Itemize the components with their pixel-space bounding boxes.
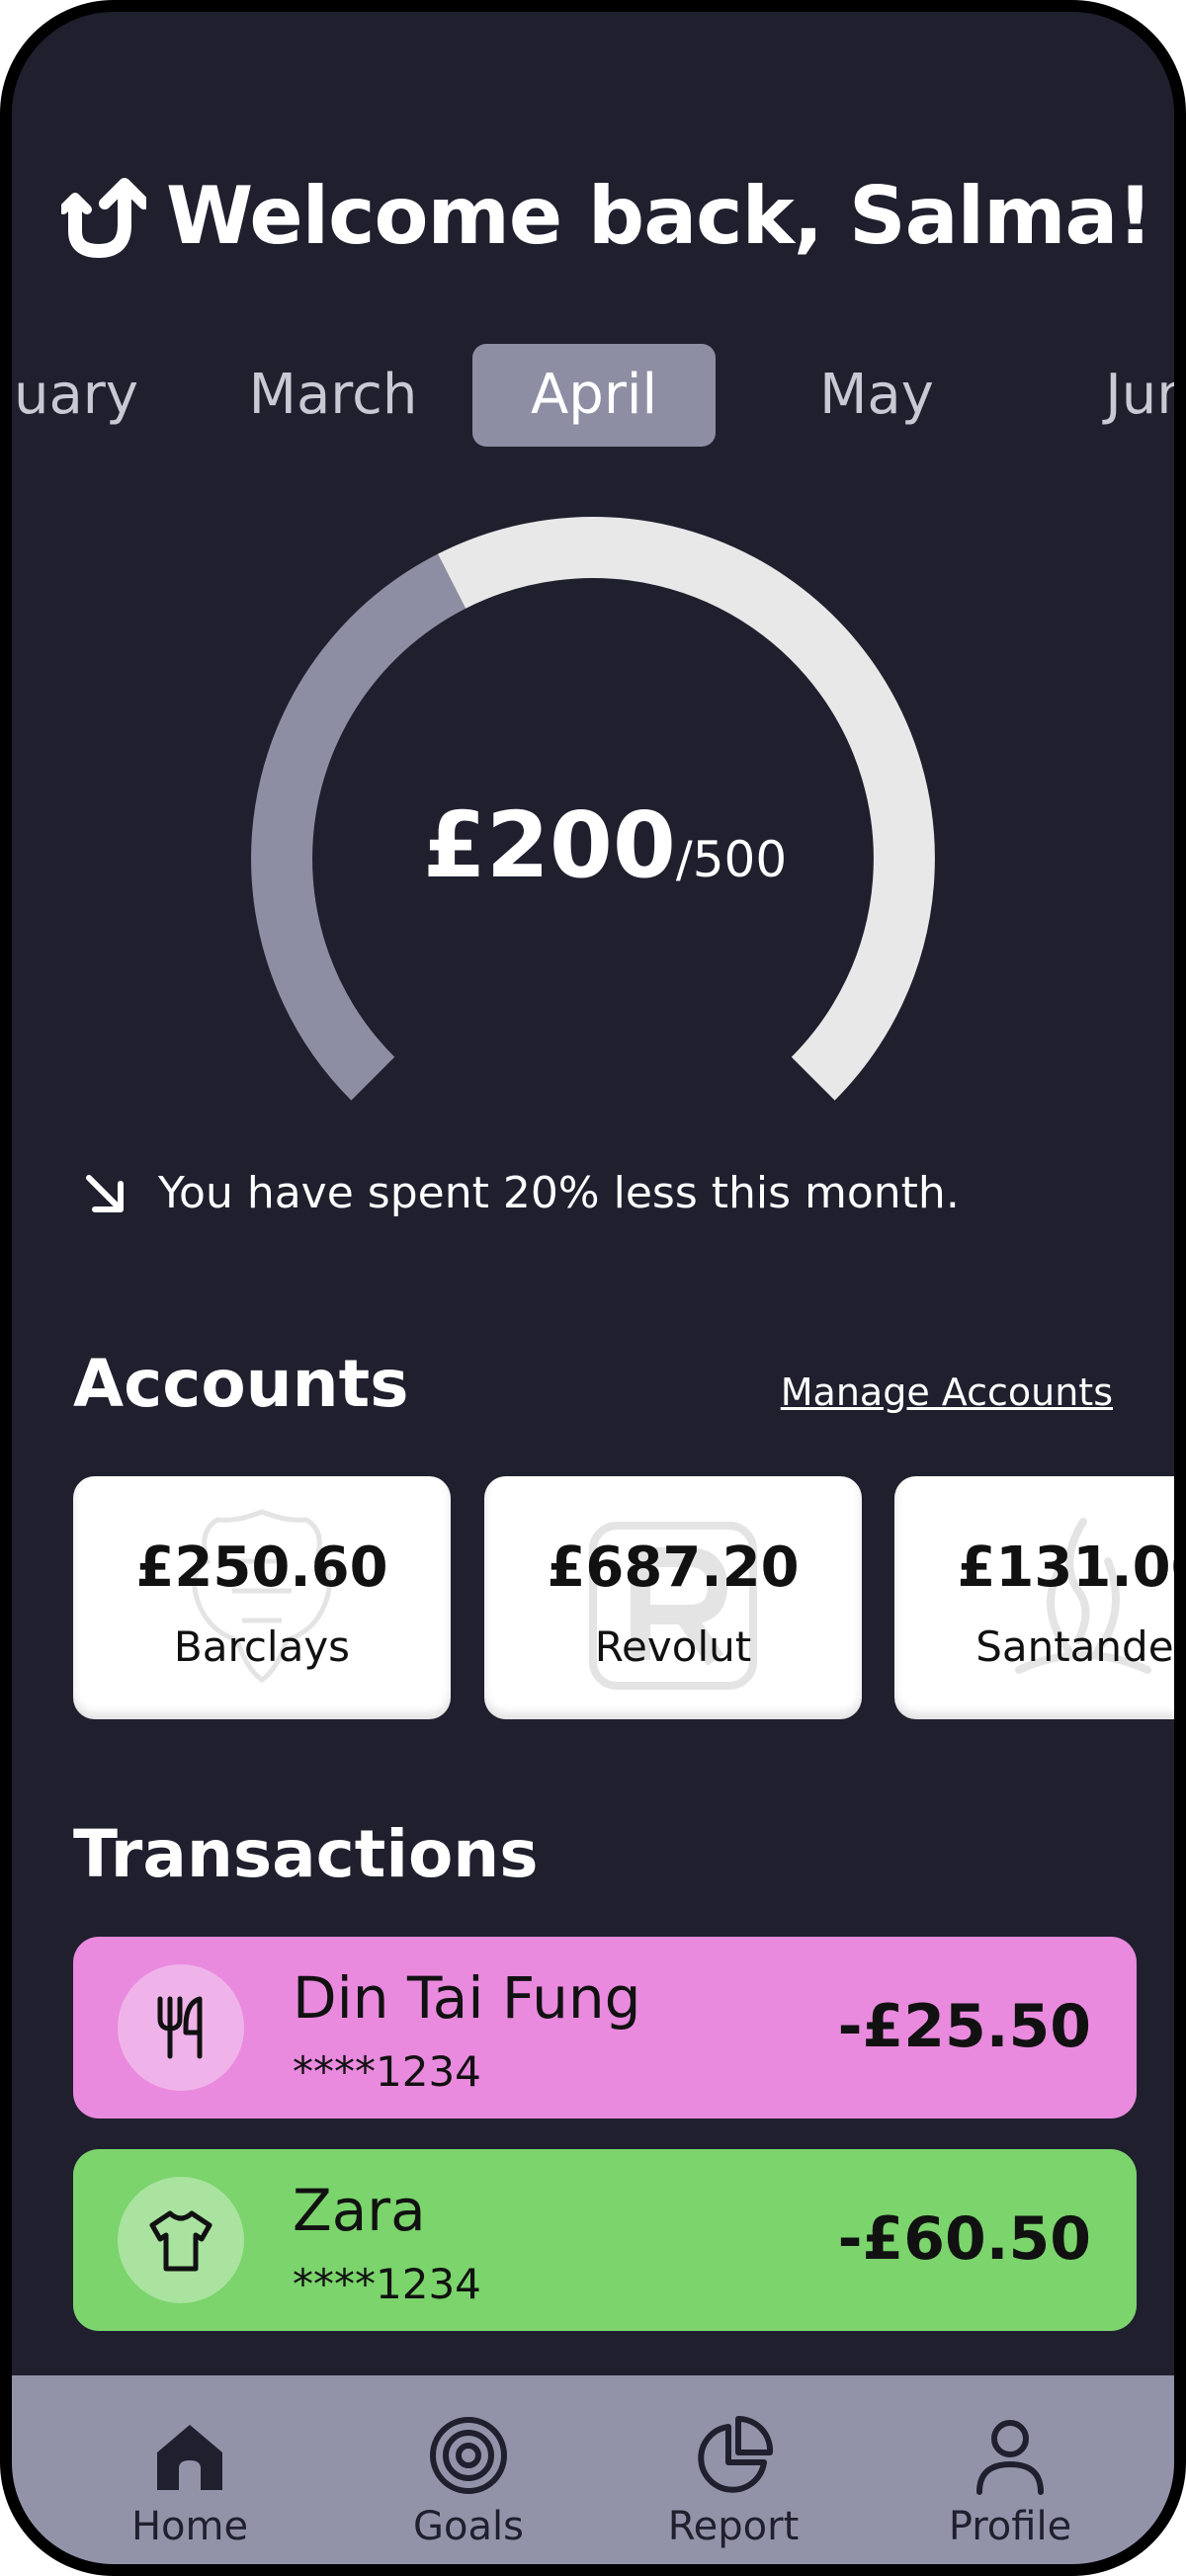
nav-report-label: Report xyxy=(667,2504,800,2549)
manage-accounts-link[interactable]: Manage Accounts xyxy=(781,1371,1113,1414)
transactions-heading: Transactions xyxy=(73,1816,539,1892)
account-card-barclays[interactable]: £250.60 Barclays xyxy=(73,1476,451,1719)
transaction-row[interactable]: Zara ****1234 -£60.50 xyxy=(73,2149,1137,2331)
budget-amount: £200/500 xyxy=(12,792,1174,898)
account-name: Santander xyxy=(975,1622,1174,1671)
shirt-icon xyxy=(149,2210,212,2272)
nav-profile-label: Profile xyxy=(948,2504,1072,2549)
budget-gauge xyxy=(251,517,935,1101)
account-balance: £131.00 xyxy=(957,1536,1174,1600)
account-balance: £250.60 xyxy=(135,1536,388,1600)
transaction-account: ****1234 xyxy=(293,2260,481,2308)
transaction-merchant: Zara xyxy=(293,2177,426,2244)
phone-screen: Welcome back, Salma! uary March April Ma… xyxy=(0,0,1186,2576)
home-icon xyxy=(157,2425,222,2490)
spending-insight: You have spent 20% less this month. xyxy=(81,1168,960,1218)
nav-goals-label: Goals xyxy=(413,2504,524,2549)
accounts-heading: Accounts xyxy=(73,1346,409,1422)
budget-limit: /500 xyxy=(675,831,788,888)
accounts-carousel: £250.60 Barclays £687.20 Revolut £131.00… xyxy=(12,1476,1174,1723)
user-icon xyxy=(976,2420,1044,2495)
transaction-amount: -£25.50 xyxy=(837,1992,1091,2061)
fork-knife-icon xyxy=(157,1996,203,2059)
account-card-revolut[interactable]: £687.20 Revolut xyxy=(484,1476,862,1719)
pie-chart-icon xyxy=(698,2415,774,2493)
transaction-account: ****1234 xyxy=(293,2047,481,2096)
transaction-row[interactable]: Din Tai Fung ****1234 -£25.50 xyxy=(73,1937,1137,2119)
transaction-amount: -£60.50 xyxy=(837,2204,1091,2274)
nav-home-label: Home xyxy=(130,2504,249,2549)
spent-amount: £200 xyxy=(422,792,676,898)
transaction-merchant: Din Tai Fung xyxy=(293,1964,641,2032)
account-card-santander[interactable]: £131.00 Santander xyxy=(894,1476,1174,1719)
spending-insight-text: You have spent 20% less this month. xyxy=(158,1168,960,1218)
arrow-down-right-icon xyxy=(86,1174,124,1212)
nav-report[interactable]: Report xyxy=(635,2413,832,2549)
target-icon xyxy=(430,2417,507,2494)
nav-profile[interactable]: Profile xyxy=(911,2413,1109,2549)
transaction-category-badge xyxy=(118,1964,244,2091)
transaction-category-badge xyxy=(118,2177,244,2303)
account-name: Revolut xyxy=(594,1622,752,1671)
account-name: Barclays xyxy=(173,1622,351,1671)
bottom-navigation: Home Goals Report Profile xyxy=(12,2375,1174,2564)
account-balance: £687.20 xyxy=(547,1536,800,1600)
nav-goals[interactable]: Goals xyxy=(370,2413,567,2549)
nav-home[interactable]: Home xyxy=(91,2413,289,2549)
